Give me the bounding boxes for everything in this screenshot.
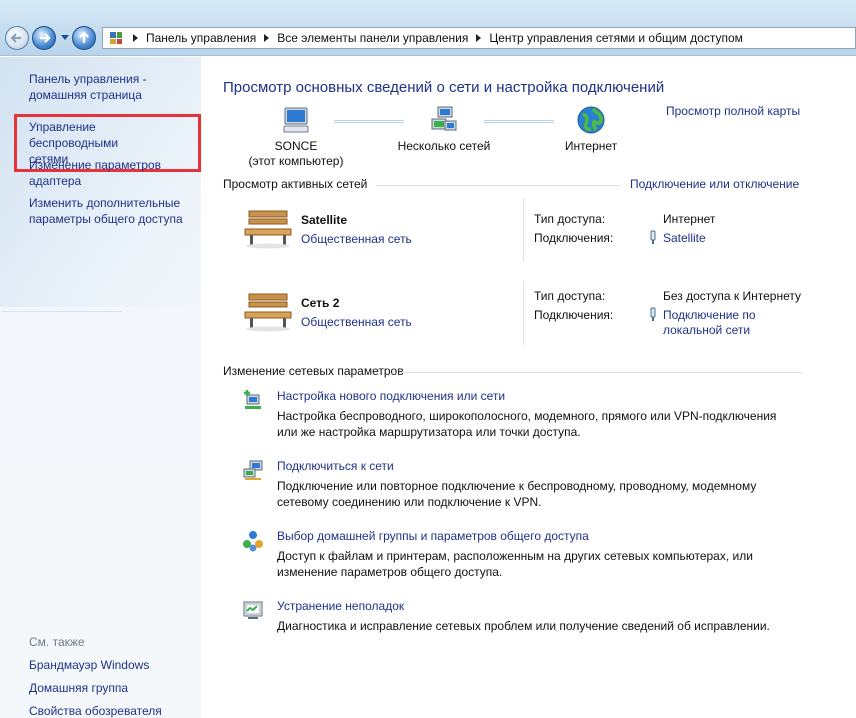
access-type-value: Без доступа к Интернету (663, 289, 802, 303)
sidebar-link-line: Изменение параметров (29, 158, 161, 172)
map-connector (484, 120, 554, 123)
task-troubleshoot[interactable]: Устранение неполадок (277, 599, 404, 613)
map-networks[interactable]: Несколько сетей (386, 105, 502, 154)
access-type-label: Тип доступа: (534, 289, 606, 303)
section-divider (401, 372, 803, 373)
task-description-line: Доступ к файлам и принтерам, расположенн… (277, 549, 753, 563)
sidebar-link-line: домашняя страница (29, 88, 142, 102)
wireless-signal-icon (650, 230, 656, 244)
network-divider (523, 198, 524, 262)
internet-label: Интернет (564, 139, 618, 153)
task-description-line: изменение параметров общего доступа. (277, 565, 503, 579)
sidebar-link-control-panel-home[interactable]: Панель управления - домашняя страница (29, 71, 147, 103)
sidebar: Панель управления - домашняя страница Уп… (0, 57, 201, 718)
active-networks-heading: Просмотр активных сетей (223, 177, 368, 191)
task-new-connection[interactable]: Настройка нового подключения или сети (277, 389, 505, 403)
back-arrow-icon (10, 33, 21, 43)
breadcrumb-arrow-icon[interactable] (264, 34, 270, 42)
task-description: Диагностика и исправление сетевых пробле… (277, 618, 797, 634)
navigation-bar: Панель управления Все элементы панели уп… (0, 0, 856, 56)
sidebar-link-internet-options[interactable]: Свойства обозревателя (29, 703, 162, 718)
sidebar-link-line: Изменить дополнительные (29, 196, 181, 210)
task-description-line: Диагностика и исправление сетевых пробле… (277, 619, 770, 633)
connection-link-line: локальной сети (663, 323, 751, 337)
page-title: Просмотр основных сведений о сети и наст… (223, 79, 665, 96)
homegroup-icon (243, 531, 263, 552)
network-type-link[interactable]: Общественная сеть (301, 315, 412, 329)
sidebar-link-line: Панель управления - (29, 72, 147, 86)
back-button[interactable] (5, 26, 29, 50)
section-divider (376, 185, 621, 186)
multiple-networks-icon (431, 106, 457, 131)
change-settings-heading: Изменение сетевых параметров (223, 364, 404, 378)
access-type-label: Тип доступа: (534, 212, 606, 226)
sidebar-link-homegroup[interactable]: Домашняя группа (29, 680, 128, 696)
breadcrumb: Панель управления Все элементы панели уп… (125, 31, 743, 45)
breadcrumb-arrow-icon[interactable] (476, 34, 482, 42)
control-panel-icon (107, 29, 125, 47)
task-description-line: или же настройка маршрутизатора или точк… (277, 425, 581, 439)
public-network-bench-icon (244, 293, 292, 332)
task-description-line: сетевому соединению или подключение к VP… (277, 495, 542, 509)
forward-arrow-icon (40, 33, 51, 43)
connect-disconnect-link[interactable]: Подключение или отключение (630, 177, 799, 191)
network-type-link[interactable]: Общественная сеть (301, 232, 412, 246)
sidebar-link-line: параметры общего доступа (29, 212, 183, 226)
see-also-heading: См. также (29, 635, 85, 649)
connection-link[interactable]: Подключение по локальной сети (663, 308, 756, 338)
connections-label: Подключения: (534, 231, 614, 245)
task-description-line: Настройка беспроводного, широкополосного… (277, 409, 777, 423)
breadcrumb-arrow-icon[interactable] (133, 34, 138, 42)
sidebar-link-advanced-sharing[interactable]: Изменить дополнительные параметры общего… (29, 195, 183, 227)
ethernet-connection-icon (650, 307, 656, 321)
public-network-bench-icon (244, 210, 292, 249)
task-description: Настройка беспроводного, широкополосного… (277, 408, 797, 440)
map-computer[interactable]: SONCE (этот компьютер) (248, 105, 344, 169)
task-description: Доступ к файлам и принтерам, расположенн… (277, 548, 797, 580)
map-internet[interactable]: Интернет (551, 105, 631, 154)
connection-link-line: Satellite (663, 231, 706, 245)
up-arrow-icon (79, 31, 89, 43)
network-divider (523, 281, 524, 345)
sidebar-link-firewall[interactable]: Брандмауэр Windows (29, 657, 149, 673)
network-name: Сеть 2 (301, 296, 340, 310)
main-content: Просмотр основных сведений о сети и наст… (201, 57, 856, 718)
connection-link-line: Подключение по (663, 308, 756, 322)
sidebar-divider (2, 311, 122, 312)
sidebar-link-line: адаптера (29, 174, 82, 188)
forward-button[interactable] (32, 26, 56, 50)
connection-link[interactable]: Satellite (663, 231, 706, 246)
task-connect-to-network[interactable]: Подключиться к сети (277, 459, 394, 473)
breadcrumb-network-center[interactable]: Центр управления сетями и общим доступом (489, 31, 743, 45)
network-name: Satellite (301, 213, 348, 227)
breadcrumb-control-panel[interactable]: Панель управления (146, 31, 256, 45)
breadcrumb-all-items[interactable]: Все элементы панели управления (277, 31, 468, 45)
access-type-value: Интернет (663, 212, 716, 226)
sidebar-link-adapter-settings[interactable]: Изменение параметров адаптера (29, 157, 161, 189)
full-map-link[interactable]: Просмотр полной карты (666, 104, 800, 118)
connect-to-network-icon (243, 460, 263, 480)
history-dropdown-icon[interactable] (61, 35, 69, 40)
networks-label: Несколько сетей (397, 139, 491, 153)
task-description-line: Подключение или повторное подключение к … (277, 479, 757, 493)
sidebar-link-line: Управление беспроводными (29, 120, 119, 150)
globe-icon (577, 106, 605, 134)
new-connection-icon (244, 390, 261, 409)
task-homegroup-sharing[interactable]: Выбор домашней группы и параметров общег… (277, 529, 589, 543)
up-button[interactable] (72, 26, 96, 50)
address-bar[interactable]: Панель управления Все элементы панели уп… (102, 27, 856, 49)
computer-name: SONCE (274, 139, 318, 153)
task-description: Подключение или повторное подключение к … (277, 478, 797, 510)
troubleshoot-icon (243, 601, 263, 619)
connections-label: Подключения: (534, 308, 614, 322)
computer-icon (283, 107, 309, 133)
computer-caption: (этот компьютер) (248, 154, 344, 168)
